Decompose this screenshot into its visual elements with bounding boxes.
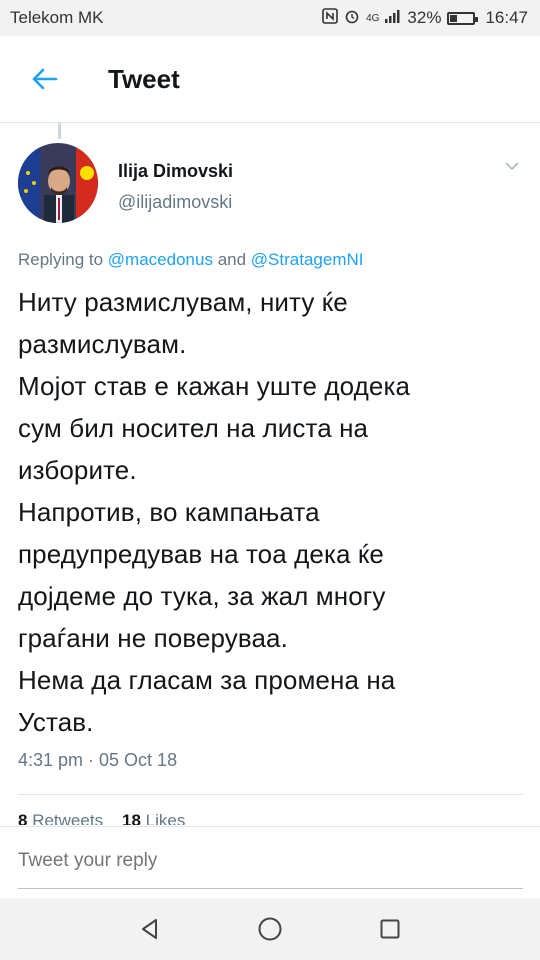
tweet-line: сум бил носител на листа на <box>18 413 369 443</box>
tweet-body: Ниту размислувам, ниту ќе размислувам. М… <box>18 281 528 743</box>
battery-icon <box>447 11 479 25</box>
tweet-stats: 8 Retweets 18 Likes <box>18 811 185 825</box>
tweet-line: Мојот став е кажан уште додека <box>18 371 411 401</box>
mention-link[interactable]: @macedonus <box>108 250 213 269</box>
tweet-line: Ниту размислувам, ниту ќе <box>18 287 348 317</box>
retweets-stat[interactable]: 8 Retweets <box>18 811 103 825</box>
likes-label: Likes <box>145 811 186 825</box>
triangle-back-icon <box>142 919 157 939</box>
circle-home-icon <box>258 917 282 941</box>
signal-icon <box>385 9 401 27</box>
status-bar: Telekom MK 4G 32% 16:47 <box>0 0 540 36</box>
reply-underline <box>18 888 523 889</box>
replying-to: Replying to @macedonus and @StratagemNI <box>18 250 363 270</box>
author-handle[interactable]: @ilijadimovski <box>118 192 232 213</box>
thread-connector <box>58 123 61 139</box>
network-type: 4G <box>366 12 380 24</box>
clock: 16:47 <box>485 8 528 27</box>
divider <box>18 794 523 795</box>
likes-count: 18 <box>121 811 141 825</box>
nav-home-button[interactable] <box>250 909 290 949</box>
tweet-line: Устав. <box>18 707 94 737</box>
arrow-left-icon <box>32 68 58 90</box>
tweet-line: Нема да гласам за промена на <box>18 665 396 695</box>
divider <box>0 826 540 827</box>
status-icons: 4G 32% 16:47 <box>322 8 528 28</box>
tweet-line: дојдеме до тука, за жал многу <box>18 581 386 611</box>
page-title: Tweet <box>108 63 180 94</box>
chevron-down-icon <box>505 162 519 171</box>
retweets-label: Retweets <box>32 811 104 825</box>
battery-percent: 32% <box>407 8 442 27</box>
avatar-image <box>18 143 98 223</box>
tweet-line: размислувам. <box>18 329 187 359</box>
system-nav-bar <box>0 898 540 960</box>
avatar[interactable] <box>18 143 98 223</box>
mention-link[interactable]: @StratagemNI <box>251 250 364 269</box>
tweet-line: граѓани не поверуваа. <box>18 623 288 653</box>
alarm-icon <box>344 8 360 28</box>
replying-and: and <box>217 250 247 269</box>
tweet-options-button[interactable] <box>500 158 524 176</box>
reply-input[interactable] <box>18 850 518 872</box>
app-bar: Tweet <box>0 36 540 123</box>
tweet-line: Напротив, во кампањата <box>18 497 320 527</box>
nfc-icon <box>322 8 338 28</box>
carrier-label: Telekom MK <box>10 8 104 27</box>
nav-recents-button[interactable] <box>370 909 410 949</box>
back-button[interactable] <box>24 59 64 99</box>
author-name[interactable]: Ilija Dimovski <box>118 161 233 182</box>
replying-prefix: Replying to <box>18 250 104 269</box>
tweet-line: изборите. <box>18 455 137 485</box>
retweets-count: 8 <box>18 811 28 825</box>
square-recents-icon <box>380 919 400 939</box>
likes-stat[interactable]: 18 Likes <box>122 811 185 825</box>
battery-fill <box>450 14 458 22</box>
tweet-timestamp: 4:31 pm · 05 Oct 18 <box>18 750 178 770</box>
tweet-line: предупредував на тоа дека ќе <box>18 539 384 569</box>
nav-back-button[interactable] <box>130 909 170 949</box>
